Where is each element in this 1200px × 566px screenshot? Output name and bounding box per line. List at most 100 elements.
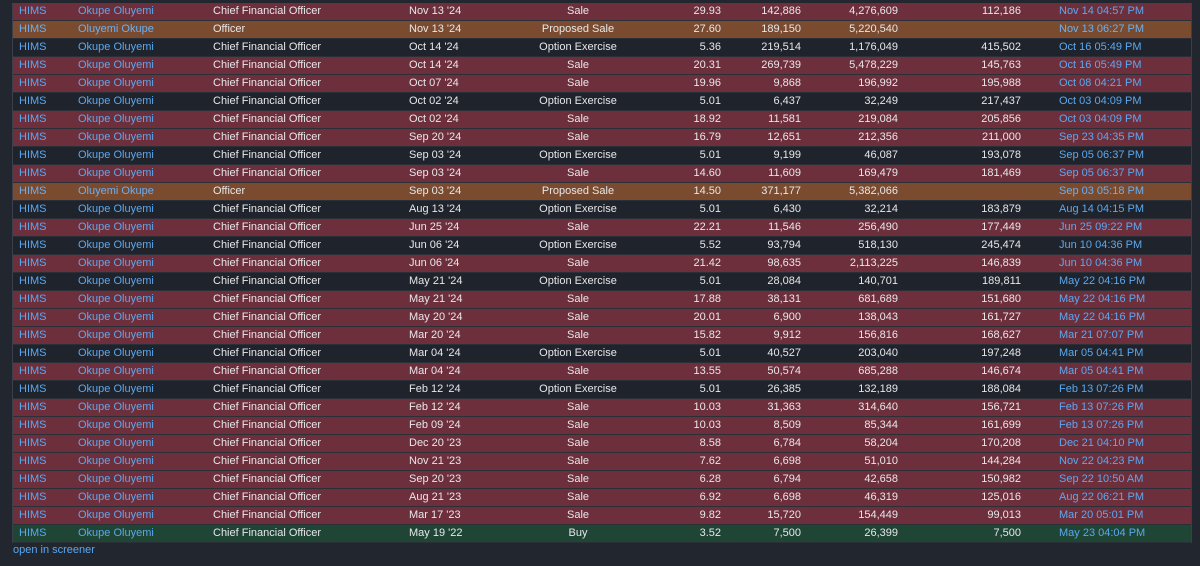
sec-form-link[interactable]: Jun 10 04:36 PM: [1059, 237, 1142, 254]
ticker-link[interactable]: HIMS: [19, 381, 47, 398]
sec-form-link[interactable]: May 22 04:16 PM: [1059, 291, 1145, 308]
owner-link[interactable]: Okupe Oluyemi: [78, 435, 154, 452]
sec-form-link[interactable]: Mar 20 05:01 PM: [1059, 507, 1143, 524]
sec-form-link[interactable]: Sep 23 04:35 PM: [1059, 129, 1144, 146]
table-row[interactable]: HIMS Okupe Oluyemi Chief Financial Officer…: [13, 111, 1191, 129]
owner-link[interactable]: Okupe Oluyemi: [78, 165, 154, 182]
sec-form-link[interactable]: May 22 04:16 PM: [1059, 273, 1145, 290]
ticker-link[interactable]: HIMS: [19, 435, 47, 452]
sec-form-link[interactable]: Mar 05 04:41 PM: [1059, 363, 1143, 380]
sec-form-link[interactable]: Nov 14 04:57 PM: [1059, 3, 1144, 20]
ticker-link[interactable]: HIMS: [19, 255, 47, 272]
owner-link[interactable]: Okupe Oluyemi: [78, 291, 154, 308]
table-row[interactable]: HIMS Okupe Oluyemi Chief Financial Officer…: [13, 39, 1191, 57]
sec-form-link[interactable]: Oct 08 04:21 PM: [1059, 75, 1142, 92]
ticker-link[interactable]: HIMS: [19, 363, 47, 380]
owner-link[interactable]: Okupe Oluyemi: [78, 363, 154, 380]
table-row[interactable]: HIMS Okupe Oluyemi Chief Financial Officer…: [13, 57, 1191, 75]
owner-link[interactable]: Okupe Oluyemi: [78, 39, 154, 56]
table-row[interactable]: HIMS Okupe Oluyemi Chief Financial Officer…: [13, 453, 1191, 471]
ticker-link[interactable]: HIMS: [19, 147, 47, 164]
ticker-link[interactable]: HIMS: [19, 273, 47, 290]
owner-link[interactable]: Okupe Oluyemi: [78, 57, 154, 74]
sec-form-link[interactable]: Sep 22 10:50 AM: [1059, 471, 1143, 488]
table-row[interactable]: HIMS Okupe Oluyemi Chief Financial Officer…: [13, 3, 1191, 21]
ticker-link[interactable]: HIMS: [19, 489, 47, 506]
owner-link[interactable]: Okupe Oluyemi: [78, 417, 154, 434]
table-row[interactable]: HIMS Okupe Oluyemi Chief Financial Officer…: [13, 201, 1191, 219]
owner-link[interactable]: Okupe Oluyemi: [78, 327, 154, 344]
table-row[interactable]: HIMS Okupe Oluyemi Chief Financial Officer…: [13, 165, 1191, 183]
ticker-link[interactable]: HIMS: [19, 39, 47, 56]
owner-link[interactable]: Oluyemi Okupe: [78, 21, 154, 38]
ticker-link[interactable]: HIMS: [19, 111, 47, 128]
owner-link[interactable]: Okupe Oluyemi: [78, 201, 154, 218]
table-row[interactable]: HIMS Okupe Oluyemi Chief Financial Officer…: [13, 489, 1191, 507]
table-row[interactable]: HIMS Oluyemi Okupe Officer Nov 13 '24 Propos…: [13, 21, 1191, 39]
table-row[interactable]: HIMS Okupe Oluyemi Chief Financial Officer…: [13, 219, 1191, 237]
ticker-link[interactable]: HIMS: [19, 525, 47, 542]
table-row[interactable]: HIMS Okupe Oluyemi Chief Financial Officer…: [13, 75, 1191, 93]
sec-form-link[interactable]: Oct 16 05:49 PM: [1059, 39, 1142, 56]
sec-form-link[interactable]: Feb 13 07:26 PM: [1059, 399, 1143, 416]
ticker-link[interactable]: HIMS: [19, 417, 47, 434]
ticker-link[interactable]: HIMS: [19, 57, 47, 74]
table-row[interactable]: HIMS Okupe Oluyemi Chief Financial Officer…: [13, 525, 1191, 543]
owner-link[interactable]: Okupe Oluyemi: [78, 3, 154, 20]
owner-link[interactable]: Okupe Oluyemi: [78, 507, 154, 524]
table-row[interactable]: HIMS Okupe Oluyemi Chief Financial Officer…: [13, 417, 1191, 435]
owner-link[interactable]: Okupe Oluyemi: [78, 453, 154, 470]
ticker-link[interactable]: HIMS: [19, 21, 47, 38]
sec-form-link[interactable]: Mar 05 04:41 PM: [1059, 345, 1143, 362]
ticker-link[interactable]: HIMS: [19, 291, 47, 308]
sec-form-link[interactable]: Sep 05 06:37 PM: [1059, 165, 1144, 182]
ticker-link[interactable]: HIMS: [19, 471, 47, 488]
owner-link[interactable]: Okupe Oluyemi: [78, 237, 154, 254]
ticker-link[interactable]: HIMS: [19, 453, 47, 470]
table-row[interactable]: HIMS Okupe Oluyemi Chief Financial Officer…: [13, 399, 1191, 417]
sec-form-link[interactable]: Sep 05 06:37 PM: [1059, 147, 1144, 164]
table-row[interactable]: HIMS Okupe Oluyemi Chief Financial Officer…: [13, 309, 1191, 327]
sec-form-link[interactable]: Jun 25 09:22 PM: [1059, 219, 1142, 236]
owner-link[interactable]: Okupe Oluyemi: [78, 345, 154, 362]
ticker-link[interactable]: HIMS: [19, 165, 47, 182]
owner-link[interactable]: Okupe Oluyemi: [78, 489, 154, 506]
table-row[interactable]: HIMS Okupe Oluyemi Chief Financial Officer…: [13, 507, 1191, 525]
table-row[interactable]: HIMS Okupe Oluyemi Chief Financial Officer…: [13, 363, 1191, 381]
sec-form-link[interactable]: Feb 13 07:26 PM: [1059, 417, 1143, 434]
table-row[interactable]: HIMS Okupe Oluyemi Chief Financial Officer…: [13, 273, 1191, 291]
sec-form-link[interactable]: Oct 03 04:09 PM: [1059, 93, 1142, 110]
table-row[interactable]: HIMS Okupe Oluyemi Chief Financial Officer…: [13, 291, 1191, 309]
sec-form-link[interactable]: Sep 03 05:18 PM: [1059, 183, 1144, 200]
owner-link[interactable]: Okupe Oluyemi: [78, 255, 154, 272]
table-row[interactable]: HIMS Okupe Oluyemi Chief Financial Officer…: [13, 435, 1191, 453]
sec-form-link[interactable]: Oct 03 04:09 PM: [1059, 111, 1142, 128]
owner-link[interactable]: Okupe Oluyemi: [78, 399, 154, 416]
sec-form-link[interactable]: Aug 22 06:21 PM: [1059, 489, 1144, 506]
table-row[interactable]: HIMS Okupe Oluyemi Chief Financial Officer…: [13, 147, 1191, 165]
table-row[interactable]: HIMS Okupe Oluyemi Chief Financial Officer…: [13, 93, 1191, 111]
owner-link[interactable]: Okupe Oluyemi: [78, 111, 154, 128]
owner-link[interactable]: Okupe Oluyemi: [78, 273, 154, 290]
ticker-link[interactable]: HIMS: [19, 345, 47, 362]
ticker-link[interactable]: HIMS: [19, 129, 47, 146]
ticker-link[interactable]: HIMS: [19, 327, 47, 344]
ticker-link[interactable]: HIMS: [19, 507, 47, 524]
table-row[interactable]: HIMS Okupe Oluyemi Chief Financial Officer…: [13, 237, 1191, 255]
ticker-link[interactable]: HIMS: [19, 219, 47, 236]
sec-form-link[interactable]: Nov 22 04:23 PM: [1059, 453, 1144, 470]
owner-link[interactable]: Okupe Oluyemi: [78, 309, 154, 326]
table-row[interactable]: HIMS Okupe Oluyemi Chief Financial Officer…: [13, 129, 1191, 147]
sec-form-link[interactable]: Feb 13 07:26 PM: [1059, 381, 1143, 398]
sec-form-link[interactable]: Jun 10 04:36 PM: [1059, 255, 1142, 272]
owner-link[interactable]: Okupe Oluyemi: [78, 525, 154, 542]
table-row[interactable]: HIMS Oluyemi Okupe Officer Sep 03 '24 Propos…: [13, 183, 1191, 201]
sec-form-link[interactable]: May 23 04:04 PM: [1059, 525, 1145, 542]
table-row[interactable]: HIMS Okupe Oluyemi Chief Financial Officer…: [13, 345, 1191, 363]
ticker-link[interactable]: HIMS: [19, 75, 47, 92]
sec-form-link[interactable]: Aug 14 04:15 PM: [1059, 201, 1144, 218]
owner-link[interactable]: Oluyemi Okupe: [78, 183, 154, 200]
ticker-link[interactable]: HIMS: [19, 237, 47, 254]
owner-link[interactable]: Okupe Oluyemi: [78, 219, 154, 236]
ticker-link[interactable]: HIMS: [19, 309, 47, 326]
